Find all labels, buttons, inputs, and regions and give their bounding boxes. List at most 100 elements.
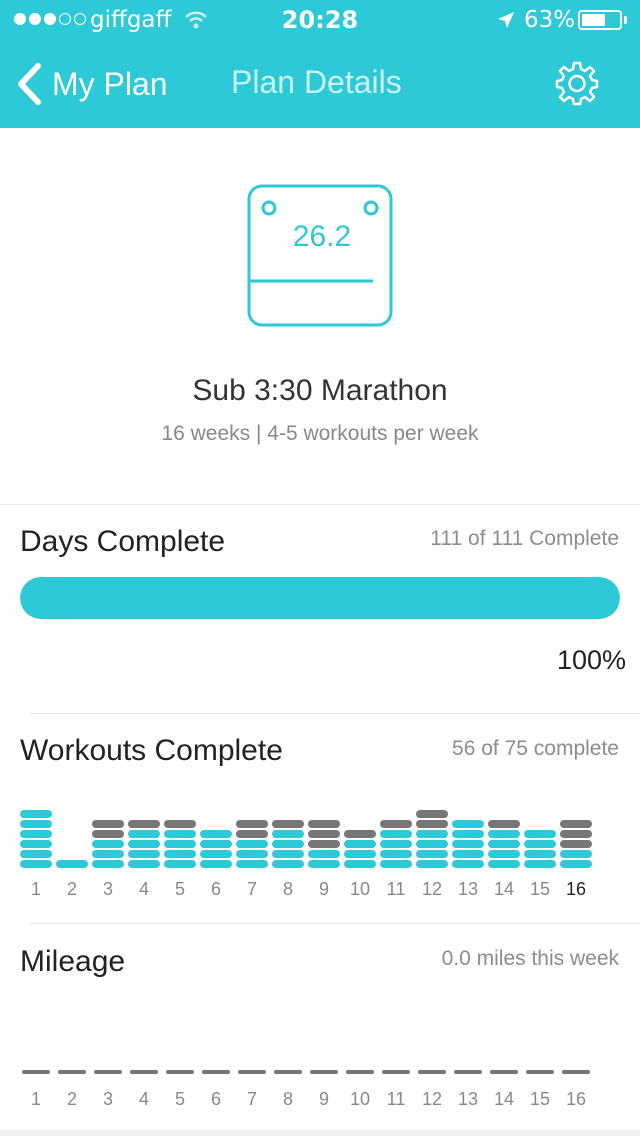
workout-completed-segment <box>380 850 412 858</box>
days-complete-title: Days Complete <box>20 525 226 558</box>
workout-completed-segment <box>488 860 520 868</box>
mileage-week-bar <box>274 1070 302 1074</box>
workout-missed-segment <box>164 820 196 828</box>
mileage-week-label: 2 <box>66 1089 77 1109</box>
days-progress-fill <box>20 577 620 619</box>
workouts-complete-title: Workouts Complete <box>20 734 283 767</box>
divider <box>0 504 640 505</box>
chevron-left-icon <box>18 63 41 105</box>
workout-completed-segment <box>380 860 412 868</box>
mileage-week-label: 13 <box>457 1089 479 1109</box>
mileage-week-bar <box>562 1070 590 1074</box>
workout-completed-segment <box>164 850 196 858</box>
workout-week-label: 14 <box>493 879 515 899</box>
workout-missed-segment <box>560 830 592 838</box>
workout-missed-segment <box>560 820 592 828</box>
mileage-week-bar <box>382 1070 410 1074</box>
workout-missed-segment <box>488 820 520 828</box>
workout-completed-segment <box>164 830 196 838</box>
workout-missed-segment <box>308 820 340 828</box>
days-progress-bar <box>20 577 620 619</box>
mileage-week-label: 15 <box>529 1089 551 1109</box>
workout-completed-segment <box>164 860 196 868</box>
workout-completed-segment <box>488 850 520 858</box>
workout-completed-segment <box>416 860 448 868</box>
workout-completed-segment <box>344 850 376 858</box>
battery-percent: 63% <box>524 7 576 33</box>
workout-week-label: 13 <box>457 879 479 899</box>
workout-week-label: 16 <box>565 879 587 899</box>
workout-week-label: 9 <box>318 879 329 899</box>
workout-completed-segment <box>236 840 268 848</box>
workout-completed-segment <box>560 860 592 868</box>
mileage-week-label: 6 <box>210 1089 221 1109</box>
workout-completed-segment <box>308 850 340 858</box>
workout-week-label: 8 <box>282 879 293 899</box>
workout-completed-segment <box>20 810 52 818</box>
workout-completed-segment <box>236 860 268 868</box>
bottom-edge <box>0 1130 640 1136</box>
workout-completed-segment <box>524 860 556 868</box>
workout-completed-segment <box>56 860 88 868</box>
workout-week-label: 12 <box>421 879 443 899</box>
status-bar: giffgaff 20:28 63% <box>0 0 640 40</box>
workout-completed-segment <box>416 830 448 838</box>
gear-icon <box>555 61 599 106</box>
workout-week-label: 5 <box>174 879 185 899</box>
workout-completed-segment <box>200 850 232 858</box>
mileage-week-label: 7 <box>246 1089 257 1109</box>
mileage-week-label: 9 <box>318 1089 329 1109</box>
workout-week-label: 10 <box>349 879 371 899</box>
workout-missed-segment <box>344 830 376 838</box>
workout-missed-segment <box>308 830 340 838</box>
workout-completed-segment <box>524 830 556 838</box>
mileage-week-bar <box>490 1070 518 1074</box>
workout-completed-segment <box>128 840 160 848</box>
workout-missed-segment <box>92 830 124 838</box>
workout-missed-segment <box>128 820 160 828</box>
workout-completed-segment <box>524 840 556 848</box>
workout-week-label: 2 <box>66 879 77 899</box>
mileage-week-label: 14 <box>493 1089 515 1109</box>
workout-completed-segment <box>560 850 592 858</box>
mileage-week-label: 11 <box>386 1089 406 1109</box>
workout-completed-segment <box>488 830 520 838</box>
settings-button[interactable] <box>554 60 600 106</box>
workout-missed-segment <box>236 830 268 838</box>
workout-completed-segment <box>128 860 160 868</box>
divider <box>30 713 640 714</box>
page-title: Plan Details <box>231 64 402 100</box>
mileage-week-bar <box>58 1070 86 1074</box>
location-arrow-icon <box>496 10 516 36</box>
mileage-title: Mileage <box>20 945 126 978</box>
workout-completed-segment <box>416 840 448 848</box>
mileage-week-bar <box>454 1070 482 1074</box>
workout-completed-segment <box>452 820 484 828</box>
mileage-week-label: 4 <box>138 1089 149 1109</box>
plan-subtitle: 16 weeks | 4-5 workouts per week <box>161 422 479 445</box>
workout-completed-segment <box>308 860 340 868</box>
calendar-icon <box>247 184 393 327</box>
mileage-week-label: 5 <box>174 1089 185 1109</box>
mileage-week-bar <box>346 1070 374 1074</box>
workout-completed-segment <box>92 860 124 868</box>
back-button[interactable]: My Plan <box>16 58 168 110</box>
workout-missed-segment <box>416 820 448 828</box>
workout-completed-segment <box>272 830 304 838</box>
mileage-week-label: 1 <box>30 1089 41 1109</box>
workout-completed-segment <box>272 840 304 848</box>
workout-week-label: 3 <box>102 879 113 899</box>
battery-tip <box>624 16 627 24</box>
workout-completed-segment <box>20 860 52 868</box>
workout-missed-segment <box>560 840 592 848</box>
workout-missed-segment <box>380 820 412 828</box>
mileage-week-label: 12 <box>421 1089 443 1109</box>
mileage-week-label: 8 <box>282 1089 293 1109</box>
workout-completed-segment <box>200 860 232 868</box>
mileage-week-bar <box>238 1070 266 1074</box>
mileage-week-label: 10 <box>349 1089 371 1109</box>
workout-week-label: 6 <box>210 879 221 899</box>
workout-completed-segment <box>380 830 412 838</box>
mileage-week-bar <box>310 1070 338 1074</box>
workout-missed-segment <box>416 810 448 818</box>
